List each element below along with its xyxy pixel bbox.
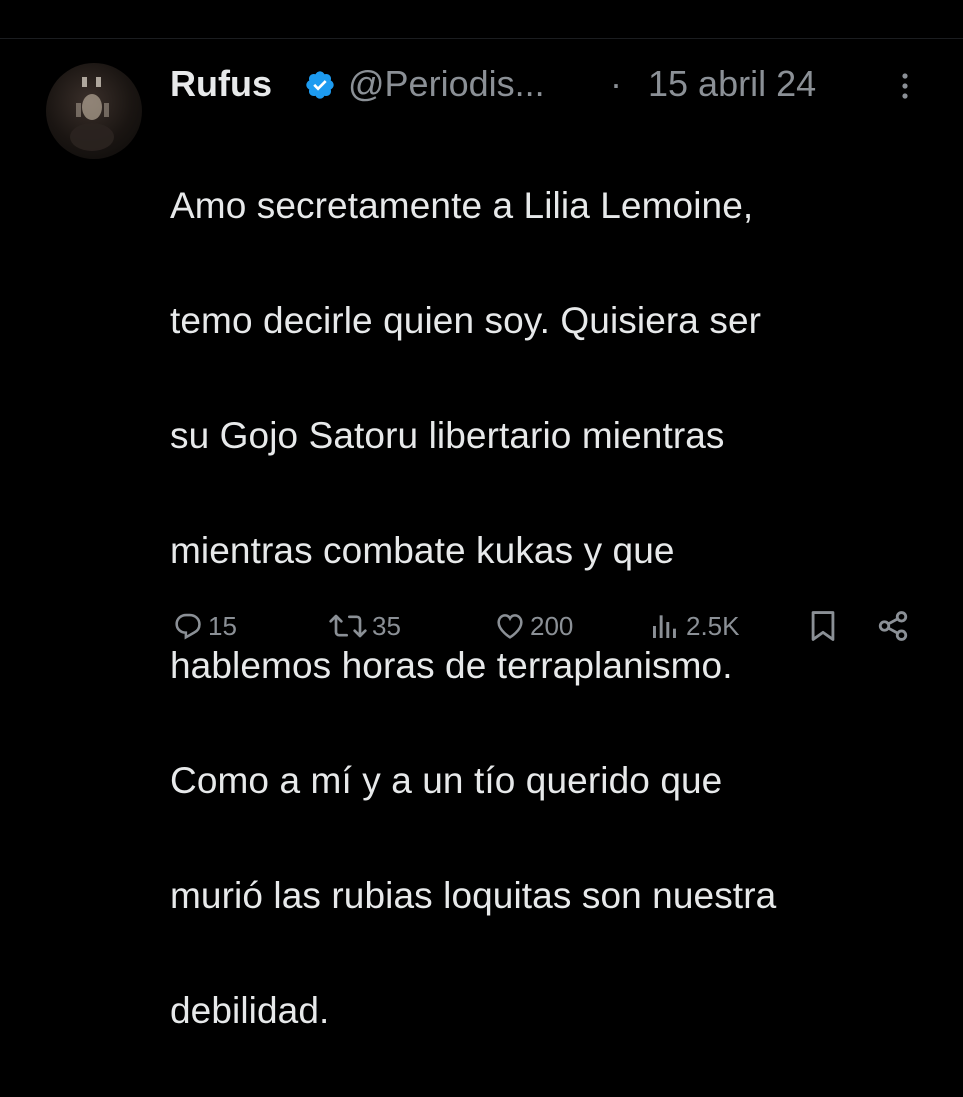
author-handle[interactable]: @Periodis... [348,62,545,106]
tweet-date[interactable]: 15 abril 24 [648,62,816,106]
tweet-card[interactable]: Rufus @Periodis... · 15 abril 24 Amo sec… [0,0,963,1031]
retweet-button[interactable]: 35 [328,604,401,648]
tweet-text-line: murió las rubias loquitas son nuestra [170,874,777,916]
tweet-text-line: mientras combate kukas y que [170,529,675,571]
bookmark-icon [811,611,835,641]
tweet-actions: 15 35 200 2.5K [0,604,963,648]
bookmark-button[interactable] [808,604,838,648]
header-separator: · [610,63,622,104]
tweet-text-line: debilidad. [170,989,330,1031]
avatar-image-icon [70,77,114,151]
verified-badge-icon [306,71,334,99]
retweet-count: 35 [372,610,401,641]
tweet-text-line: su Gojo Satoru libertario mientras [170,414,725,456]
views-count: 2.5K [686,610,740,641]
like-icon [497,614,523,639]
share-button[interactable] [876,604,910,648]
retweet-icon [329,614,367,638]
reply-button[interactable]: 15 [172,604,237,648]
tweet-header: Rufus @Periodis... · 15 abril 24 [170,62,930,106]
views-button[interactable]: 2.5K [648,604,740,648]
like-button[interactable]: 200 [494,604,573,648]
reply-count: 15 [208,610,237,641]
tweet-text-line: Como a mí y a un tío querido que [170,759,723,801]
tweet-text-line: temo decirle quien soy. Quisiera ser [170,299,762,341]
reply-icon [175,613,201,640]
avatar[interactable] [46,63,142,159]
views-icon [653,615,676,638]
author-name[interactable]: Rufus [170,62,272,106]
like-count: 200 [530,610,574,641]
more-options-icon[interactable] [898,70,912,102]
tweet-text-line: Amo secretamente a Lilia Lemoine, [170,184,754,226]
share-icon [878,611,908,641]
